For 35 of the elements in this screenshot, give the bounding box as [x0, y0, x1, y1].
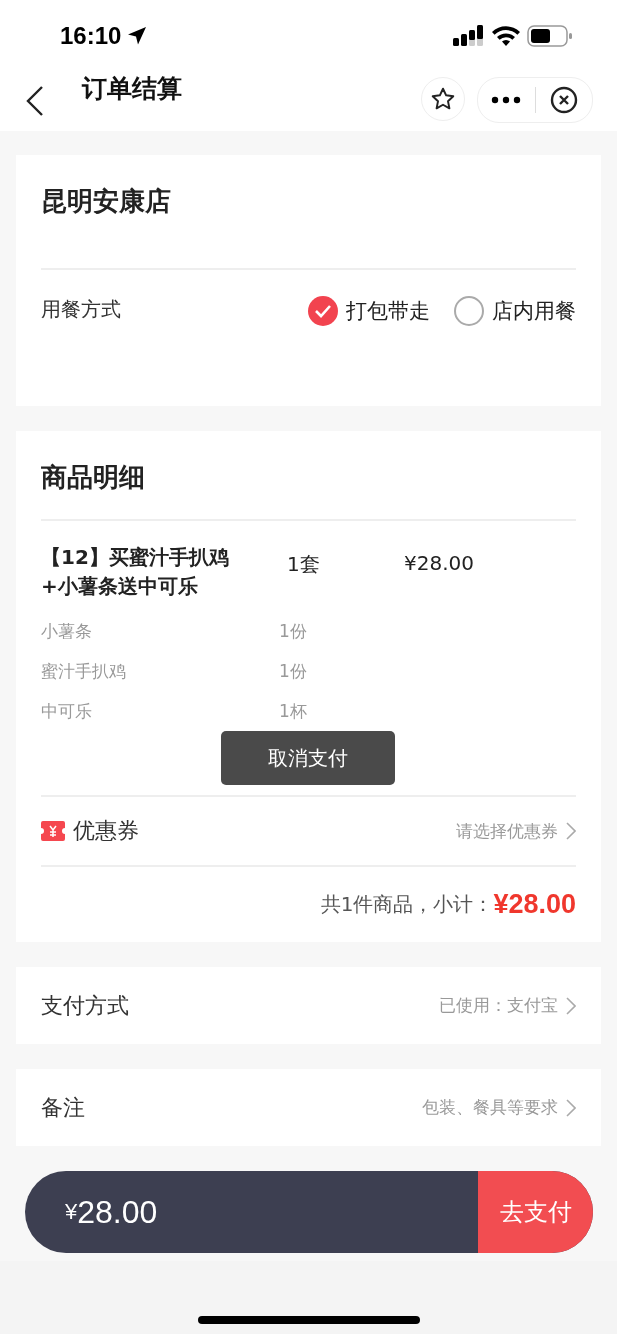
chevron-icon: [566, 1098, 576, 1117]
item-quantity: 1套: [286, 551, 321, 578]
toast: 取消支付: [221, 731, 395, 785]
sub-item-name: 小薯条: [41, 619, 93, 643]
item-name: 【12】买蜜汁手扒鸡+小薯条送中可乐: [41, 544, 230, 600]
more-icon: [491, 96, 522, 104]
star-icon: [430, 86, 456, 112]
dining-label: 用餐方式: [41, 296, 121, 323]
battery-icon: [527, 24, 573, 48]
pay-button[interactable]: 去支付: [478, 1171, 593, 1253]
status-time: 16:10: [60, 22, 122, 50]
coupon-row[interactable]: 优惠券 请选择优惠券: [41, 797, 576, 865]
sub-item-quantity: 1份: [279, 619, 308, 643]
dining-option[interactable]: 店内用餐: [454, 296, 576, 326]
signal-icon: [453, 25, 485, 47]
section-title: 商品明细: [41, 460, 146, 494]
favorite-button[interactable]: [421, 77, 465, 121]
subtotal-amount: ¥28.00: [493, 889, 576, 920]
coupon-icon: [41, 821, 65, 841]
location-arrow-icon: [127, 26, 148, 46]
total-price: ¥28.00: [64, 1192, 159, 1232]
page-title: 订单结算: [82, 73, 182, 105]
store-name: 昆明安康店: [41, 184, 172, 218]
back-icon[interactable]: [26, 86, 44, 116]
subtotal-label: 共1件商品，小计：: [320, 891, 494, 918]
sub-item-name: 蜜汁手扒鸡: [41, 659, 127, 683]
sub-item-quantity: 1杯: [279, 699, 308, 723]
item-price: ¥28.00: [404, 550, 475, 577]
sub-item-name: 中可乐: [41, 699, 93, 723]
dining-option[interactable]: 打包带走: [308, 296, 430, 326]
chevron-icon: [566, 822, 576, 840]
close-icon: [549, 86, 578, 114]
wifi-icon: [492, 25, 520, 47]
sub-item-quantity: 1份: [279, 659, 308, 683]
chevron-icon: [566, 996, 576, 1015]
